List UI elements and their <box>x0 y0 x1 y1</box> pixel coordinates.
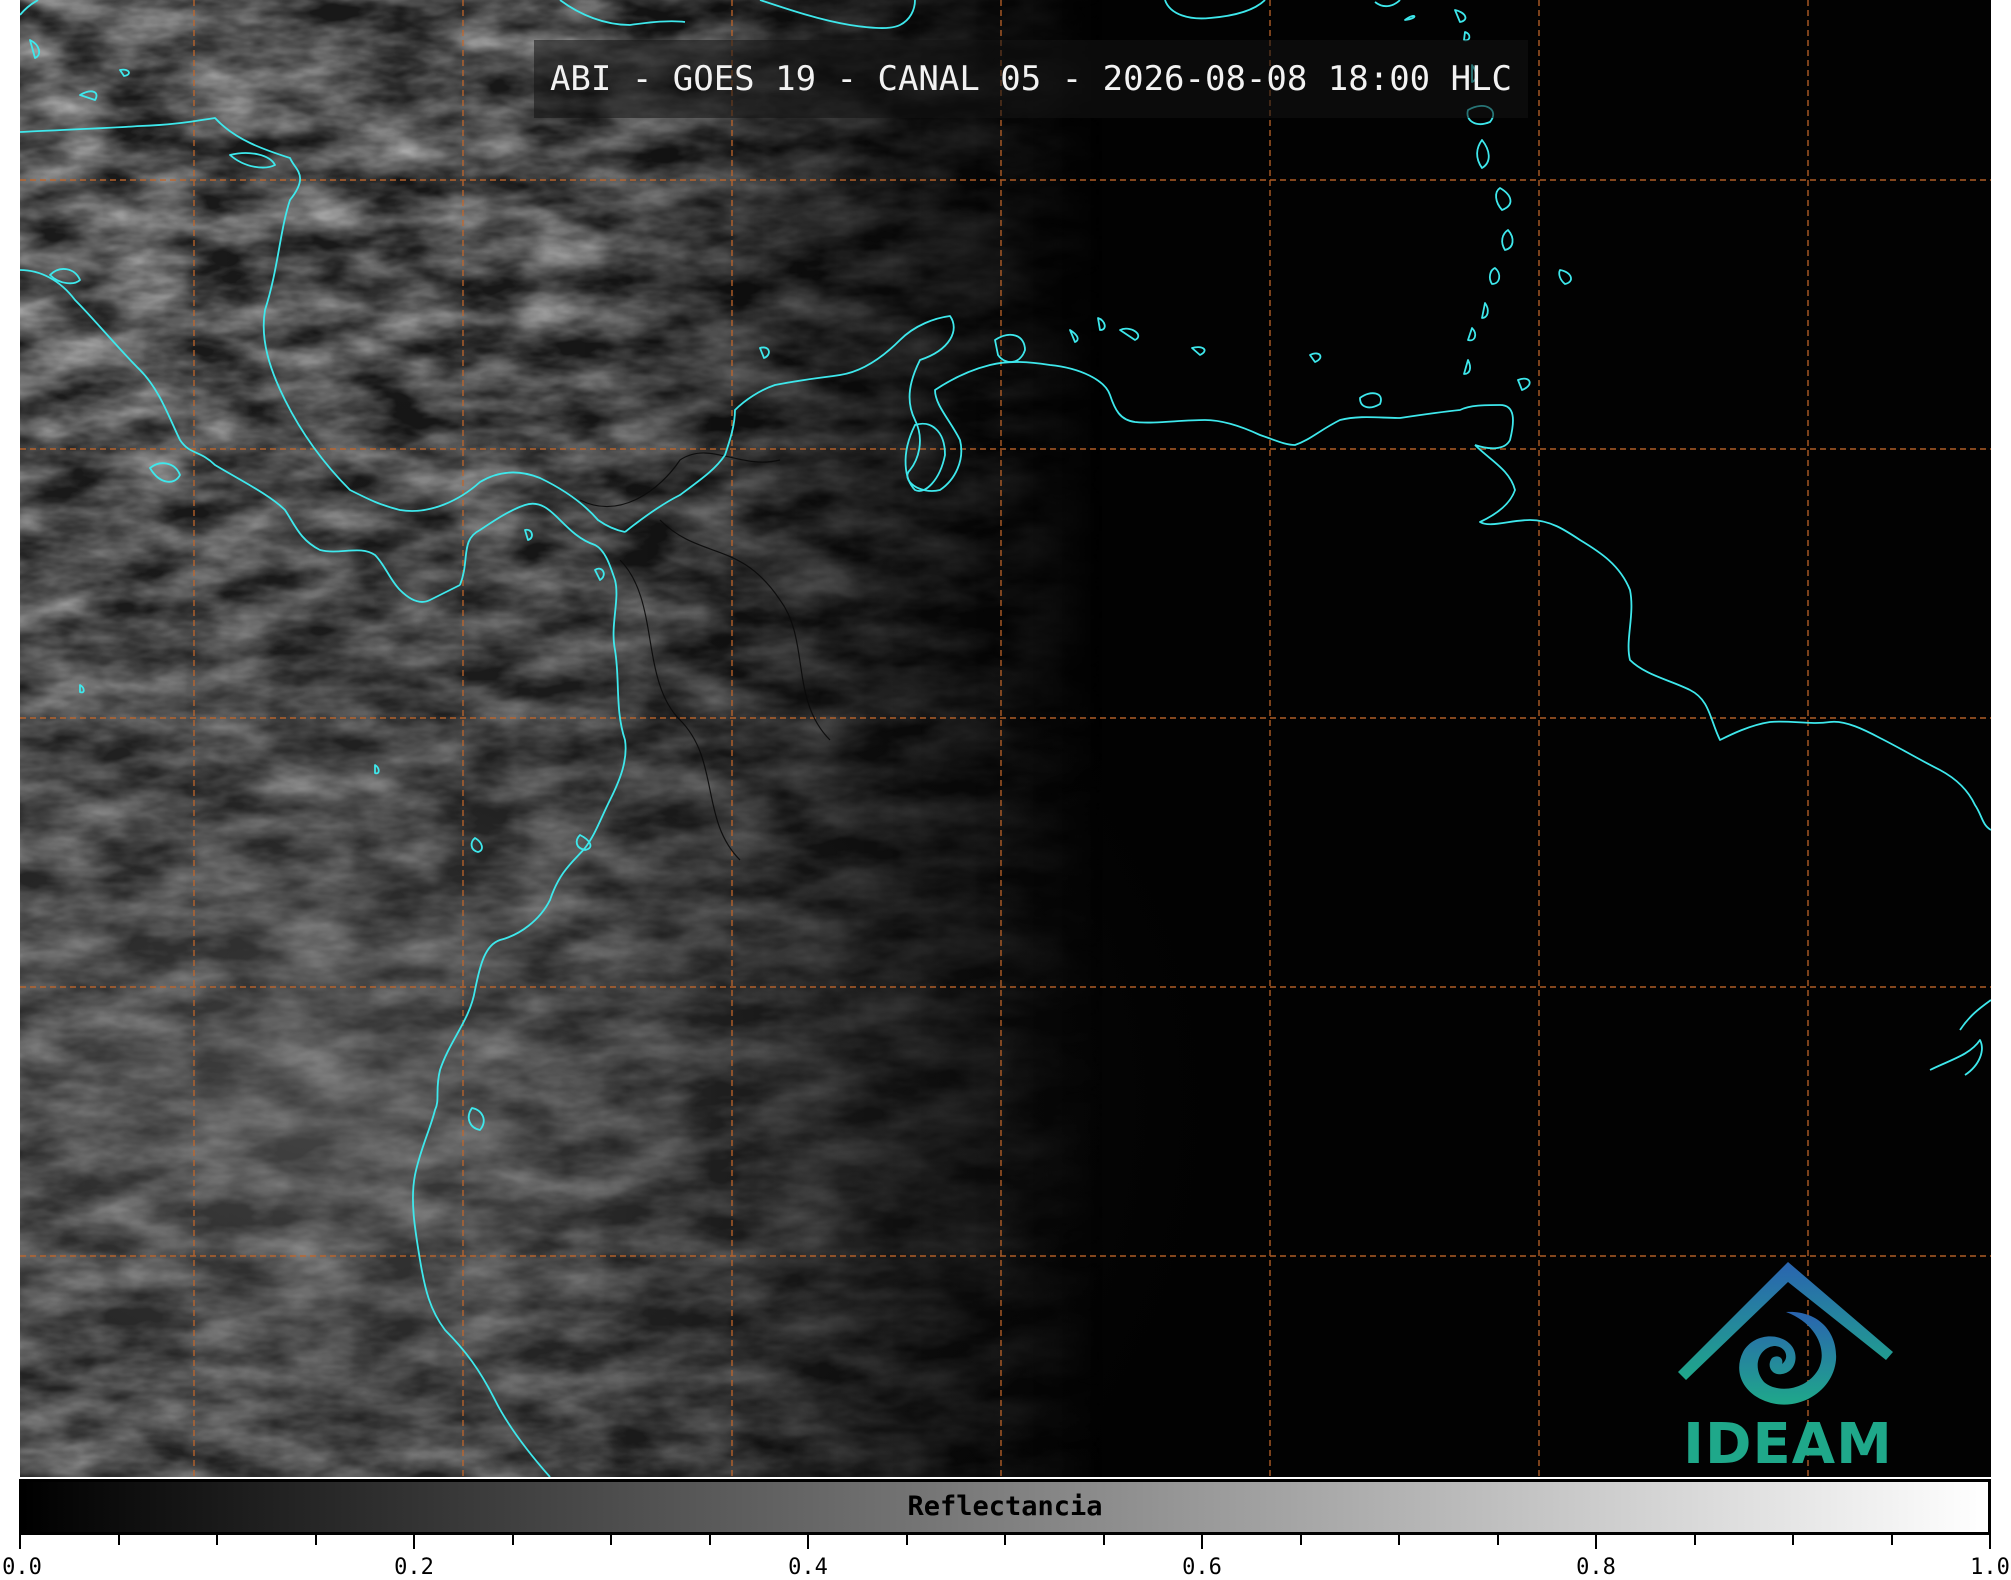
colorbar-major-tick <box>1989 1535 1991 1549</box>
colorbar-minor-tick <box>1496 1535 1499 1545</box>
ideam-logo: IDEAM <box>1668 1252 1908 1477</box>
colorbar-minor-tick <box>905 1535 908 1545</box>
colorbar-major-tick <box>807 1535 809 1549</box>
colorbar-minor-tick <box>216 1535 218 1545</box>
colorbar-minor-tick <box>1102 1535 1105 1545</box>
colorbar-minor-tick <box>708 1535 711 1545</box>
colorbar-ticks: 0.0 0.2 0.4 0.6 0.8 1.0 <box>0 1535 2011 1580</box>
colorbar-label: Reflectancia <box>907 1491 1103 1522</box>
colorbar-major-tick <box>413 1535 415 1549</box>
satellite-figure: ABI - GOES 19 - CANAL 05 - 2026-08-08 18… <box>0 0 2011 1580</box>
colorbar-minor-tick <box>610 1535 612 1545</box>
colorbar-tick-label: 0.0 <box>2 1555 42 1580</box>
map-title: ABI - GOES 19 - CANAL 05 - 2026-08-08 18… <box>549 59 1513 99</box>
colorbar-minor-tick <box>1890 1535 1893 1545</box>
ideam-emblem-icon <box>1678 1262 1893 1405</box>
colorbar-minor-tick <box>1004 1535 1006 1545</box>
satellite-map: ABI - GOES 19 - CANAL 05 - 2026-08-08 18… <box>20 0 1991 1477</box>
colorbar-minor-tick <box>314 1535 317 1545</box>
colorbar-major-tick <box>19 1535 21 1549</box>
colorbar-tick-label: 1.0 <box>1970 1555 2010 1580</box>
colorbar-minor-tick <box>1693 1535 1696 1545</box>
colorbar-minor-tick <box>511 1535 514 1545</box>
colorbar-major-tick <box>1201 1535 1203 1549</box>
colorbar-minor-tick <box>1792 1535 1794 1545</box>
colorbar-tick-label: 0.8 <box>1576 1555 1616 1580</box>
colorbar-tick-label: 0.6 <box>1182 1555 1222 1580</box>
colorbar-major-tick <box>1595 1535 1597 1549</box>
colorbar-tick-label: 0.2 <box>394 1555 434 1580</box>
ideam-logo-text: IDEAM <box>1683 1412 1893 1477</box>
colorbar: Reflectancia <box>19 1479 1991 1535</box>
colorbar-tick-label: 0.4 <box>788 1555 828 1580</box>
colorbar-minor-tick <box>117 1535 120 1545</box>
colorbar-minor-tick <box>1398 1535 1400 1545</box>
colorbar-minor-tick <box>1299 1535 1302 1545</box>
